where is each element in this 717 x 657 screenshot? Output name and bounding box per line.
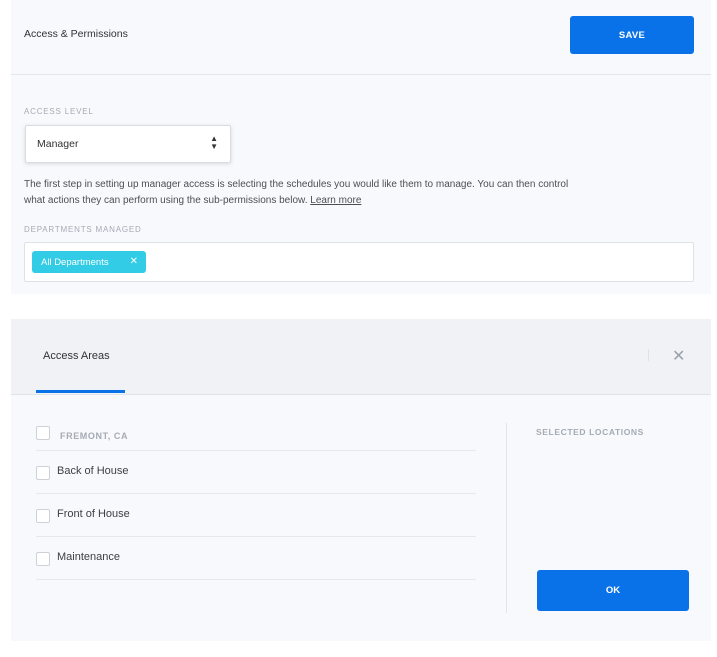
- close-icon[interactable]: ✕: [672, 346, 685, 366]
- department-tag: All Departments ✕: [32, 251, 146, 273]
- list-item-label: Back of House: [57, 465, 129, 477]
- active-tab-indicator: [36, 390, 125, 393]
- group-label: FREMONT, CA: [60, 431, 129, 441]
- dialog-header: Access Areas ✕: [11, 319, 711, 395]
- divider: [36, 579, 476, 580]
- access-areas-dialog: Access Areas ✕ FREMONT, CA Back of House…: [11, 319, 711, 641]
- divider: [36, 493, 476, 494]
- checkbox-maintenance[interactable]: [36, 552, 50, 566]
- description-text: The first step in setting up manager acc…: [24, 179, 569, 206]
- departments-input[interactable]: All Departments ✕: [24, 242, 694, 282]
- column-divider: [506, 423, 507, 613]
- tab-access-areas[interactable]: Access Areas: [43, 350, 110, 362]
- ok-button[interactable]: OK: [537, 570, 689, 611]
- header-divider: [648, 349, 649, 361]
- learn-more-link[interactable]: Learn more: [310, 195, 361, 206]
- access-description: The first step in setting up manager acc…: [24, 177, 584, 208]
- access-level-select[interactable]: Manager ▲ ▼: [25, 125, 231, 163]
- selected-locations-label: SELECTED LOCATIONS: [536, 427, 644, 437]
- access-permissions-panel: Access & Permissions SAVE ACCESS LEVEL M…: [11, 0, 711, 294]
- panel-title: Access & Permissions: [24, 28, 128, 40]
- checkbox-back-of-house[interactable]: [36, 466, 50, 480]
- list-item-label: Front of House: [57, 508, 130, 520]
- divider: [36, 450, 476, 451]
- department-tag-label: All Departments: [41, 256, 109, 268]
- save-button[interactable]: SAVE: [570, 16, 694, 54]
- divider: [36, 536, 476, 537]
- departments-managed-label: DEPARTMENTS MANAGED: [24, 225, 142, 234]
- up-down-caret-icon: ▲ ▼: [210, 134, 218, 151]
- access-level-value: Manager: [37, 138, 79, 150]
- panel-header: Access & Permissions SAVE: [11, 0, 711, 75]
- group-checkbox[interactable]: [36, 426, 50, 440]
- access-level-label: ACCESS LEVEL: [24, 107, 94, 116]
- list-item-label: Maintenance: [57, 551, 120, 563]
- close-icon[interactable]: ✕: [130, 256, 138, 267]
- checkbox-front-of-house[interactable]: [36, 509, 50, 523]
